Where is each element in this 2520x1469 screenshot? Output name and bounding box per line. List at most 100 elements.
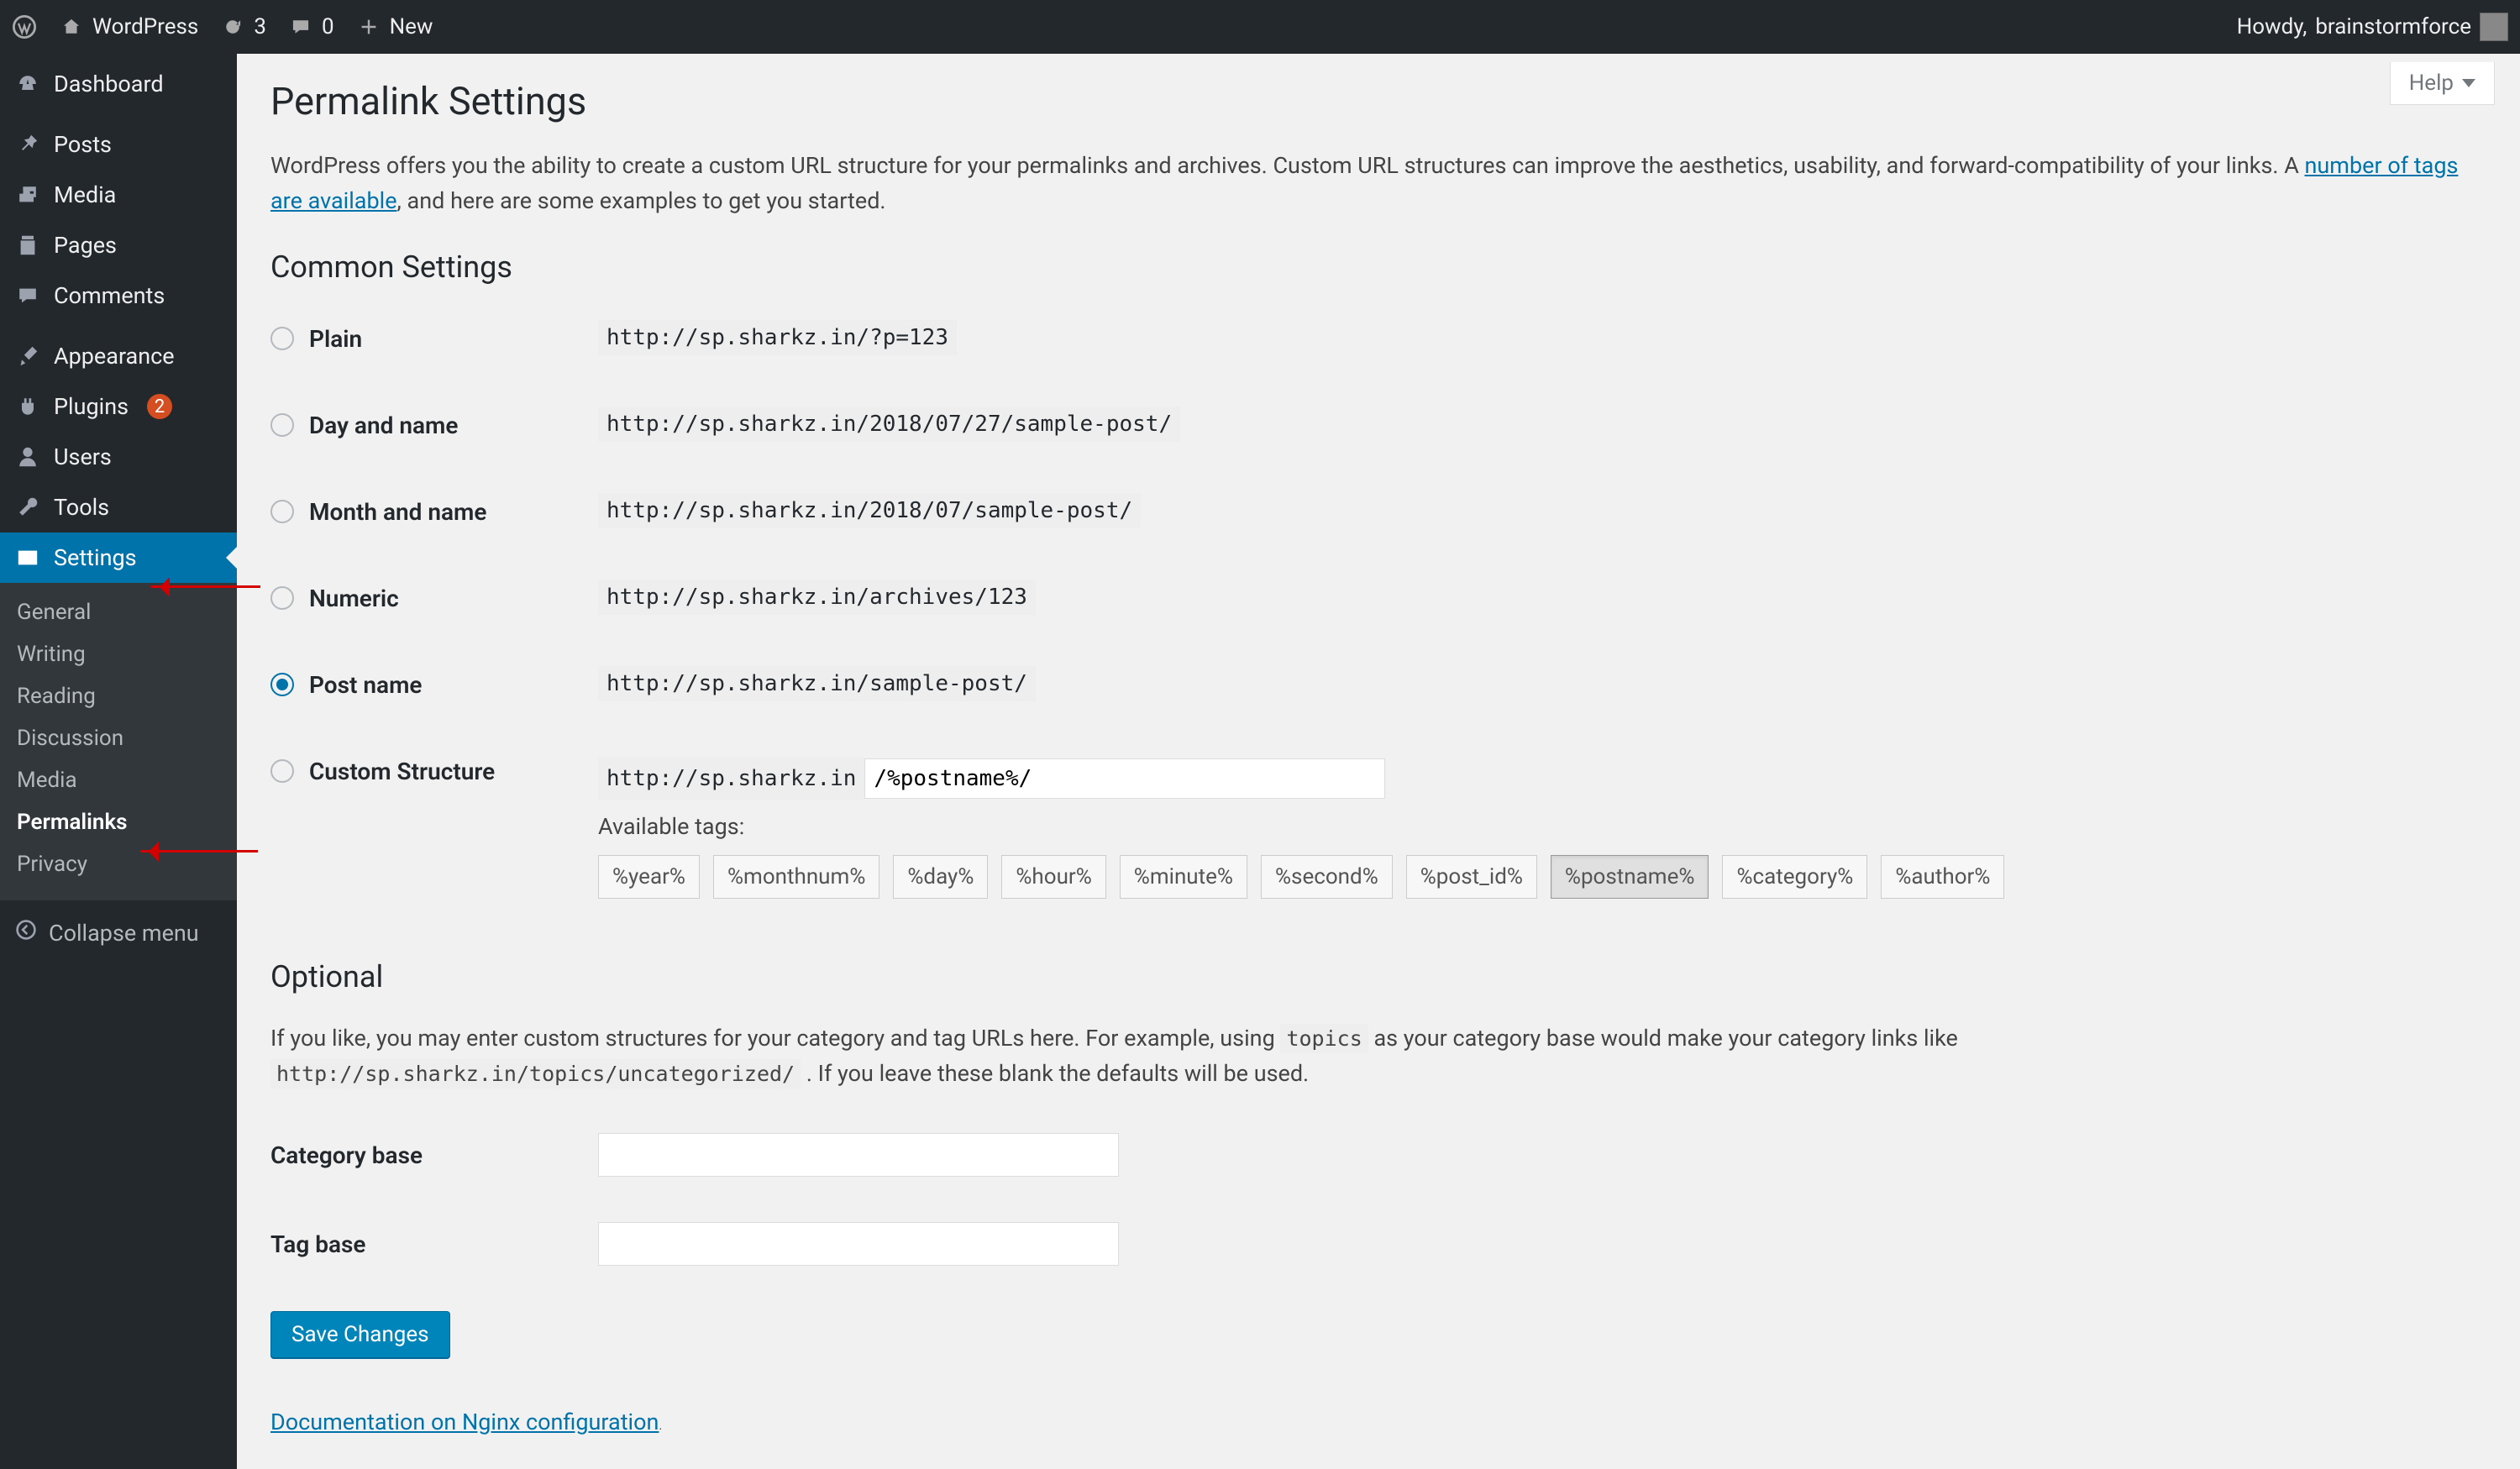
- option-label: Custom Structure: [309, 758, 495, 785]
- user-icon: [15, 444, 40, 470]
- home-icon: [59, 14, 84, 39]
- tag-post-id[interactable]: %post_id%: [1406, 855, 1537, 899]
- option-label: Plain: [309, 325, 362, 353]
- comment-icon: [288, 14, 313, 39]
- comment-icon: [15, 283, 40, 308]
- help-tab[interactable]: Help: [2390, 62, 2495, 105]
- sidebar-item-posts[interactable]: Posts: [0, 119, 237, 170]
- collapse-menu[interactable]: Collapse menu: [0, 900, 237, 965]
- submenu-general[interactable]: General: [0, 591, 237, 633]
- radio-month-name[interactable]: [270, 500, 294, 523]
- collapse-icon: [15, 919, 37, 947]
- intro-paragraph: WordPress offers you the ability to crea…: [270, 149, 2471, 219]
- save-changes-button[interactable]: Save Changes: [270, 1311, 450, 1358]
- main-content: Help Permalink Settings WordPress offers…: [237, 54, 2520, 1469]
- submenu-writing[interactable]: Writing: [0, 633, 237, 675]
- sidebar-item-label: Plugins: [54, 393, 129, 420]
- category-base-input[interactable]: [598, 1133, 1119, 1177]
- tag-monthnum[interactable]: %monthnum%: [713, 855, 879, 899]
- plugins-update-badge: 2: [147, 394, 172, 419]
- submenu-reading[interactable]: Reading: [0, 675, 237, 717]
- option-example: http://sp.sharkz.in/2018/07/27/sample-po…: [598, 407, 1180, 442]
- submenu-media[interactable]: Media: [0, 759, 237, 801]
- radio-numeric[interactable]: [270, 586, 294, 610]
- tag-minute[interactable]: %minute%: [1120, 855, 1247, 899]
- updates-count: 3: [254, 14, 266, 39]
- tag-hour[interactable]: %hour%: [1001, 855, 1105, 899]
- option-example: http://sp.sharkz.in/archives/123: [598, 580, 1036, 615]
- inline-code: http://sp.sharkz.in/topics/uncategorized…: [270, 1059, 801, 1089]
- comments-link[interactable]: 0: [288, 14, 334, 39]
- comments-count: 0: [322, 14, 334, 39]
- howdy-prefix: Howdy,: [2237, 14, 2307, 39]
- avatar: [2480, 13, 2508, 41]
- sidebar-item-tools[interactable]: Tools: [0, 482, 237, 533]
- radio-post-name[interactable]: [270, 673, 294, 696]
- admin-toolbar: WordPress 3 0 New: [0, 0, 2520, 54]
- submenu-permalinks[interactable]: Permalinks: [0, 801, 237, 843]
- common-settings-heading: Common Settings: [270, 249, 2486, 285]
- permalink-option-post-name: Post name http://sp.sharkz.in/sample-pos…: [270, 658, 2486, 712]
- tag-second[interactable]: %second%: [1261, 855, 1393, 899]
- tag-category[interactable]: %category%: [1722, 855, 1867, 899]
- tag-day[interactable]: %day%: [893, 855, 988, 899]
- radio-plain[interactable]: [270, 327, 294, 350]
- plugin-icon: [15, 394, 40, 419]
- sidebar-item-media[interactable]: Media: [0, 170, 237, 220]
- site-name: WordPress: [92, 14, 198, 39]
- permalink-option-custom: Custom Structure http://sp.sharkz.in Ava…: [270, 744, 2486, 912]
- site-link[interactable]: WordPress: [59, 14, 198, 39]
- media-icon: [15, 182, 40, 207]
- pin-icon: [15, 132, 40, 157]
- sidebar-item-pages[interactable]: Pages: [0, 220, 237, 270]
- option-example: http://sp.sharkz.in/2018/07/sample-post/: [598, 493, 1141, 528]
- settings-submenu: General Writing Reading Discussion Media…: [0, 583, 237, 900]
- updates-link[interactable]: 3: [220, 14, 266, 39]
- chevron-down-icon: [2462, 79, 2475, 87]
- tag-postname[interactable]: %postname%: [1551, 855, 1709, 899]
- wordpress-icon: [12, 14, 37, 39]
- wp-logo[interactable]: [12, 14, 37, 39]
- sidebar-item-label: Posts: [54, 131, 112, 158]
- radio-day-name[interactable]: [270, 413, 294, 437]
- permalink-option-plain: Plain http://sp.sharkz.in/?p=123: [270, 312, 2486, 366]
- inline-code: topics: [1280, 1024, 1368, 1053]
- account-link[interactable]: Howdy, brainstormforce: [2237, 13, 2508, 41]
- submenu-discussion[interactable]: Discussion: [0, 717, 237, 759]
- page-icon: [15, 233, 40, 258]
- refresh-icon: [220, 14, 245, 39]
- sidebar-item-label: Dashboard: [54, 71, 164, 97]
- sidebar-item-appearance[interactable]: Appearance: [0, 331, 237, 381]
- new-link[interactable]: New: [356, 14, 433, 39]
- page-title: Permalink Settings: [270, 79, 2486, 123]
- intro-text: WordPress offers you the ability to crea…: [270, 152, 2305, 179]
- dashboard-icon: [15, 71, 40, 97]
- optional-heading: Optional: [270, 959, 2486, 994]
- permalink-option-day-name: Day and name http://sp.sharkz.in/2018/07…: [270, 398, 2486, 453]
- tag-base-input[interactable]: [598, 1222, 1119, 1266]
- wrench-icon: [15, 495, 40, 520]
- tag-year[interactable]: %year%: [598, 855, 700, 899]
- category-base-row: Category base: [270, 1133, 2486, 1177]
- sidebar-item-comments[interactable]: Comments: [0, 270, 237, 321]
- permalink-option-month-name: Month and name http://sp.sharkz.in/2018/…: [270, 485, 2486, 539]
- sidebar-item-label: Comments: [54, 282, 165, 309]
- intro-text: , and here are some examples to get you …: [397, 187, 886, 214]
- nginx-doc-link[interactable]: Documentation on Nginx configuration: [270, 1409, 659, 1435]
- option-example: http://sp.sharkz.in/?p=123: [598, 320, 957, 355]
- sidebar-item-dashboard[interactable]: Dashboard: [0, 59, 237, 109]
- sidebar-item-label: Media: [54, 181, 116, 208]
- option-example: http://sp.sharkz.in/sample-post/: [598, 666, 1036, 701]
- plus-icon: [356, 14, 381, 39]
- sidebar-item-label: Appearance: [54, 343, 175, 370]
- tag-author[interactable]: %author%: [1881, 855, 2004, 899]
- sidebar-item-users[interactable]: Users: [0, 432, 237, 482]
- sidebar-item-label: Pages: [54, 232, 117, 259]
- radio-custom[interactable]: [270, 759, 294, 783]
- sidebar-item-label: Users: [54, 443, 112, 470]
- custom-structure-input[interactable]: [864, 758, 1385, 799]
- optional-intro: If you like, you may enter custom struct…: [270, 1021, 2486, 1092]
- sidebar-item-plugins[interactable]: Plugins 2: [0, 381, 237, 432]
- tag-base-label: Tag base: [270, 1230, 598, 1258]
- sidebar-item-settings[interactable]: Settings: [0, 533, 237, 583]
